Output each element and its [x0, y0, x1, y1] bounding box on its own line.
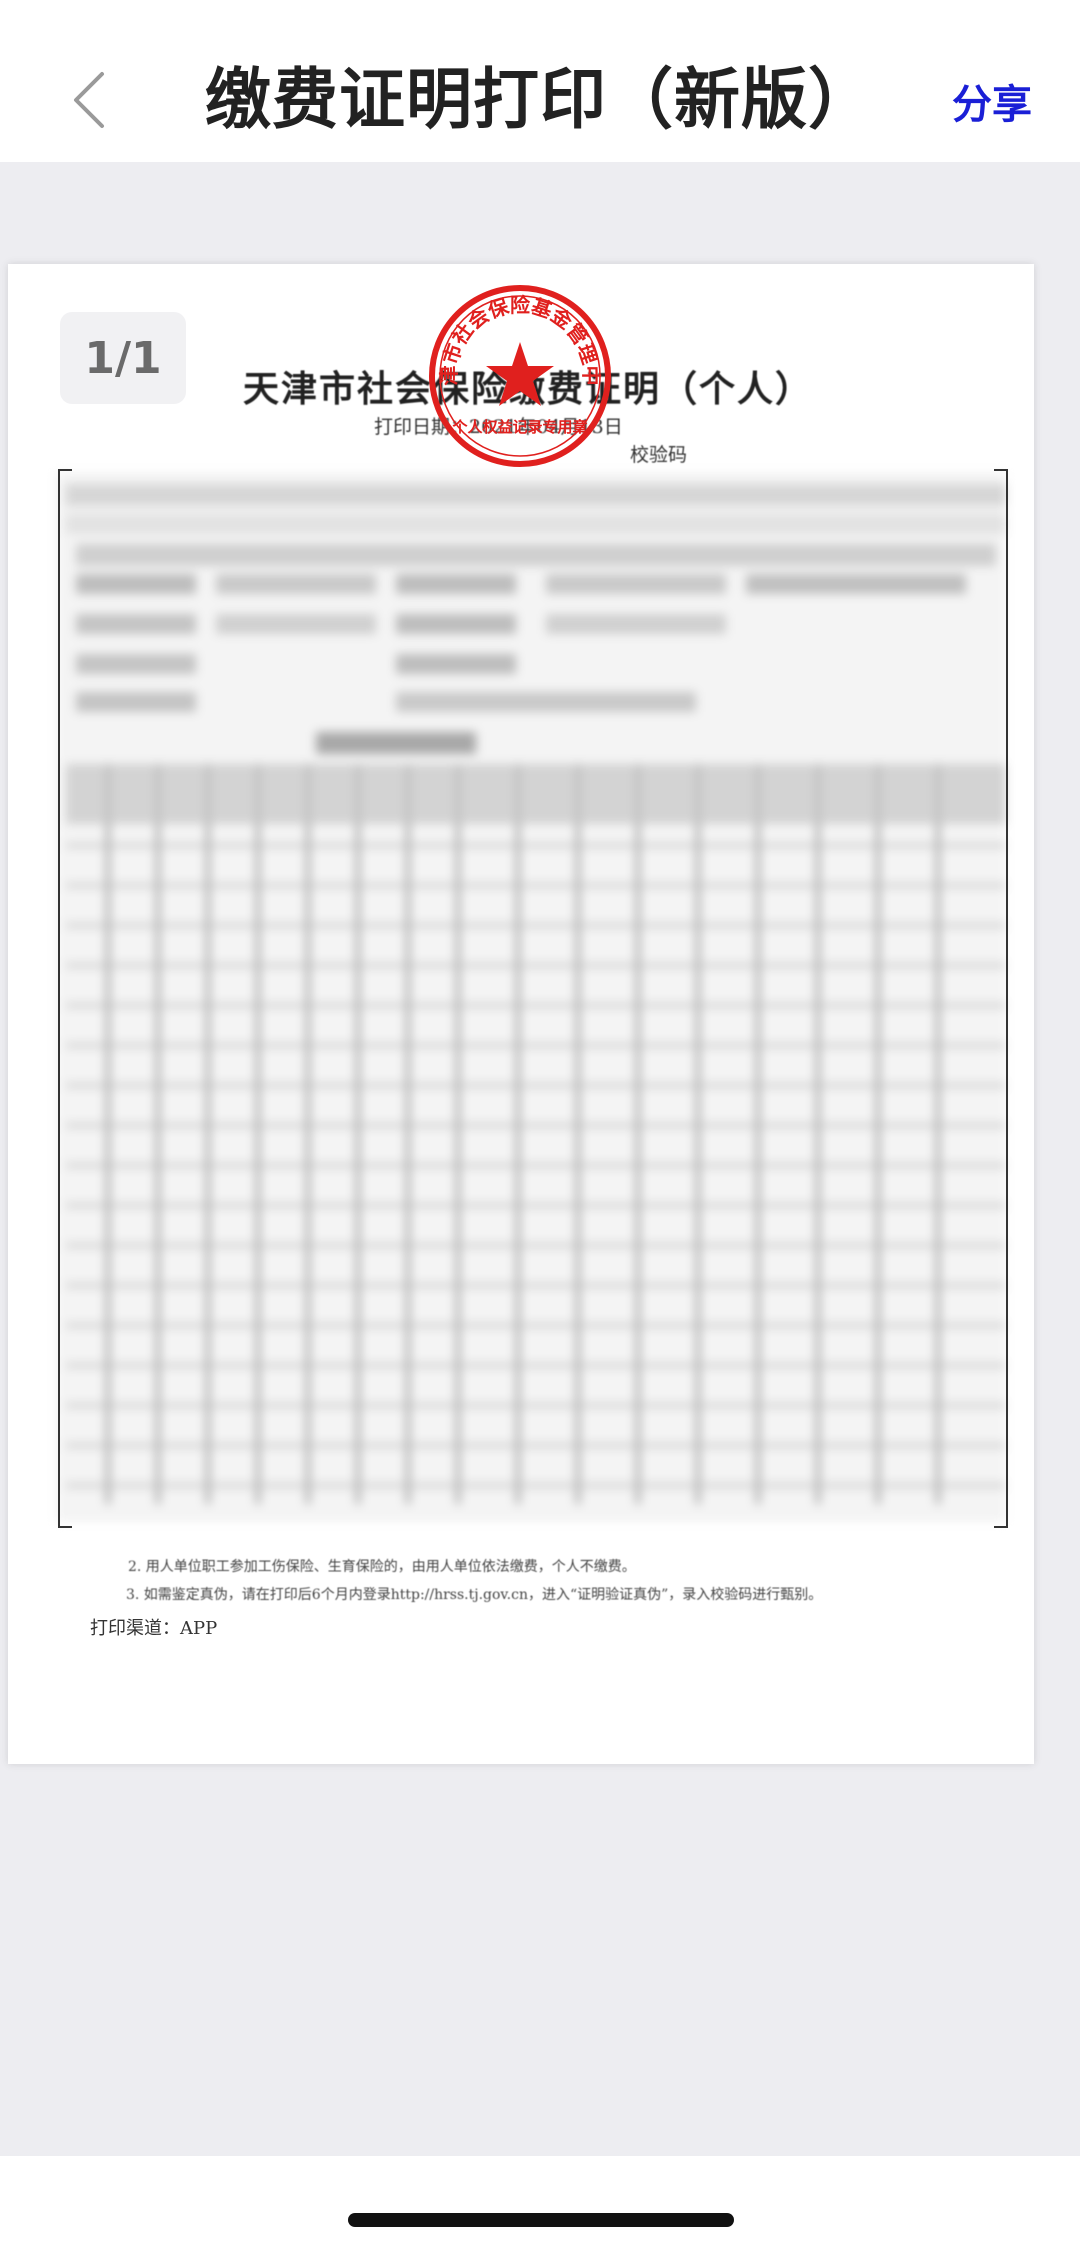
document-page[interactable]: 1/1 天津市社会保险缴费证明（个人） 打印日期：2021年04月13日 校验码	[8, 264, 1034, 1764]
svg-text:个人权益记录专用章: 个人权益记录专用章	[451, 418, 587, 436]
redacted-payment-table	[56, 472, 1006, 1522]
document-note-2: 2. 用人单位职工参加工伤保险、生育保险的，由用人单位依法缴费，个人不缴费。	[128, 1559, 636, 1575]
page-title: 缴费证明打印（新版）	[205, 61, 875, 138]
share-button[interactable]: 分享	[952, 72, 1032, 130]
bottom-bar	[0, 2156, 1080, 2244]
table-border-right	[994, 469, 1008, 1528]
home-indicator[interactable]	[348, 2213, 734, 2227]
nav-header: 缴费证明打印（新版） 分享	[0, 0, 1080, 162]
print-channel: 打印渠道：APP	[90, 1618, 218, 1639]
official-seal-icon: 天津市社会保险基金管理中心 个人权益记录专用章	[426, 282, 611, 467]
verify-code-label: 校验码	[630, 444, 688, 466]
document-note-3: 3. 如需鉴定真伪，请在打印后6个月内登录http://hrss.tj.gov.…	[126, 1587, 823, 1603]
table-border-left	[58, 469, 72, 1528]
